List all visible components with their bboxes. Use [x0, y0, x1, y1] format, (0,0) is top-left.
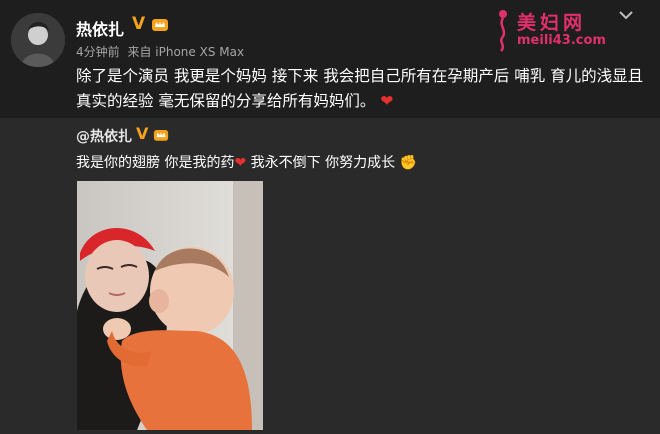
member-crown-icon[interactable]: [151, 16, 169, 32]
heart-emoji: ❤: [380, 92, 394, 110]
post-meta: 4分钟前 来自 iPhone XS Max: [76, 43, 248, 60]
heart-emoji: ❤: [234, 155, 247, 171]
watermark-url: meili43.com: [517, 33, 606, 48]
fist-emoji: ✊: [399, 155, 417, 171]
post-body: 除了是个演员 我更是个妈妈 接下来 我会把自己所有在孕期产后 哺乳 育儿的浅显且…: [76, 67, 644, 110]
repost-verified-v-icon: V: [136, 124, 149, 143]
post-text: 除了是个演员 我更是个妈妈 接下来 我会把自己所有在孕期产后 哺乳 育儿的浅显且…: [76, 64, 646, 114]
post-source: 来自 iPhone XS Max: [127, 45, 245, 59]
verified-v-icon: V: [132, 14, 146, 34]
repost-member-crown-icon[interactable]: [153, 127, 169, 142]
repost-username[interactable]: @热依扎: [76, 126, 132, 146]
watermark-title: 美妇网: [517, 12, 587, 34]
chevron-down-icon[interactable]: [617, 8, 635, 22]
post-username[interactable]: 热依扎: [76, 16, 124, 40]
avatar[interactable]: [11, 13, 65, 67]
repost-text-part1: 我是你的翅膀 你是我的药: [76, 155, 235, 171]
post-time: 4分钟前: [76, 45, 120, 59]
watermark-figure-icon: [499, 10, 507, 52]
repost-text: 我是你的翅膀 你是我的药❤ 我永不倒下 你努力成长 ✊: [76, 152, 417, 172]
repost-photo[interactable]: [77, 181, 263, 430]
repost-text-part2: 我永不倒下 你努力成长: [246, 155, 396, 171]
